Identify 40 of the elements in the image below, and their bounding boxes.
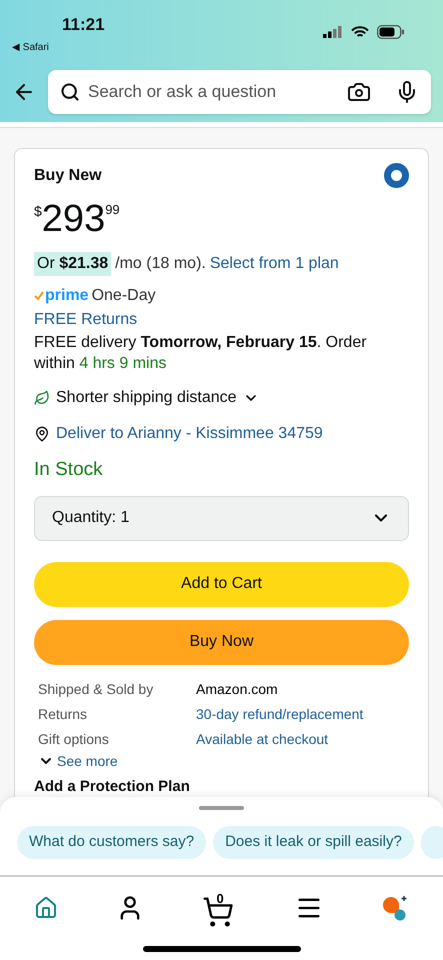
sheet-handle[interactable] — [199, 806, 244, 810]
add-to-cart-button[interactable]: Add to Cart — [34, 562, 409, 606]
detail-value: Amazon.com — [196, 680, 279, 698]
leaf-icon — [34, 390, 50, 406]
search-bar[interactable]: Search or ask a question — [48, 70, 431, 114]
section-heading: Add a Protection Plan — [34, 776, 190, 796]
wifi-icon — [351, 26, 369, 38]
suggestion-chip[interactable]: What do customers say? — [17, 826, 206, 859]
search-field[interactable]: Search or ask a question — [88, 79, 339, 105]
installment-terms: /mo (18 mo). — [115, 254, 206, 274]
delivery-message: FREE delivery Tomorrow, February 15. Order within 4 hrs 9 mins — [34, 333, 368, 374]
signal-icon — [323, 26, 343, 38]
installment-amount: Or $21.38 — [34, 252, 112, 276]
quantity-dropdown[interactable]: Quantity: 1 — [34, 496, 409, 540]
offer-title: Buy New — [34, 166, 102, 186]
battery-icon — [377, 25, 405, 39]
chat-bubbles-icon[interactable] — [381, 894, 409, 922]
back-to-app-link[interactable]: ◀ Safari — [12, 40, 105, 54]
see-more-link[interactable]: See more — [57, 750, 118, 772]
deliver-to-link[interactable]: Deliver to Arianny - Kissimmee 34759 — [56, 422, 323, 446]
detail-label: Returns — [38, 704, 88, 724]
suggestion-chip[interactable]: Does it leak or spill easily? — [213, 826, 414, 859]
home-icon[interactable] — [34, 896, 58, 920]
search-icon[interactable] — [60, 82, 80, 102]
detail-label: Shipped & Sold by — [38, 680, 154, 699]
select-plan-link[interactable]: Select from 1 plan — [210, 252, 339, 276]
detail-link[interactable]: Available at checkout — [196, 728, 409, 750]
location-icon — [34, 426, 50, 442]
buy-now-button[interactable]: Buy Now — [34, 620, 409, 664]
stock-status: In Stock — [34, 458, 104, 482]
detail-link[interactable]: 30-day refund/replacement — [196, 704, 409, 724]
shipping-note[interactable]: Shorter shipping distance — [56, 386, 237, 410]
camera-icon[interactable] — [347, 80, 371, 104]
offer-radio[interactable] — [384, 163, 409, 188]
status-time: 11:21 — [61, 14, 105, 36]
detail-label: Gift options — [38, 730, 110, 749]
prime-speed: One-Day — [92, 286, 156, 306]
prime-logo: prime — [34, 284, 89, 308]
free-returns-link[interactable]: FREE Returns — [34, 308, 138, 332]
cart-count: 0 — [216, 890, 224, 908]
